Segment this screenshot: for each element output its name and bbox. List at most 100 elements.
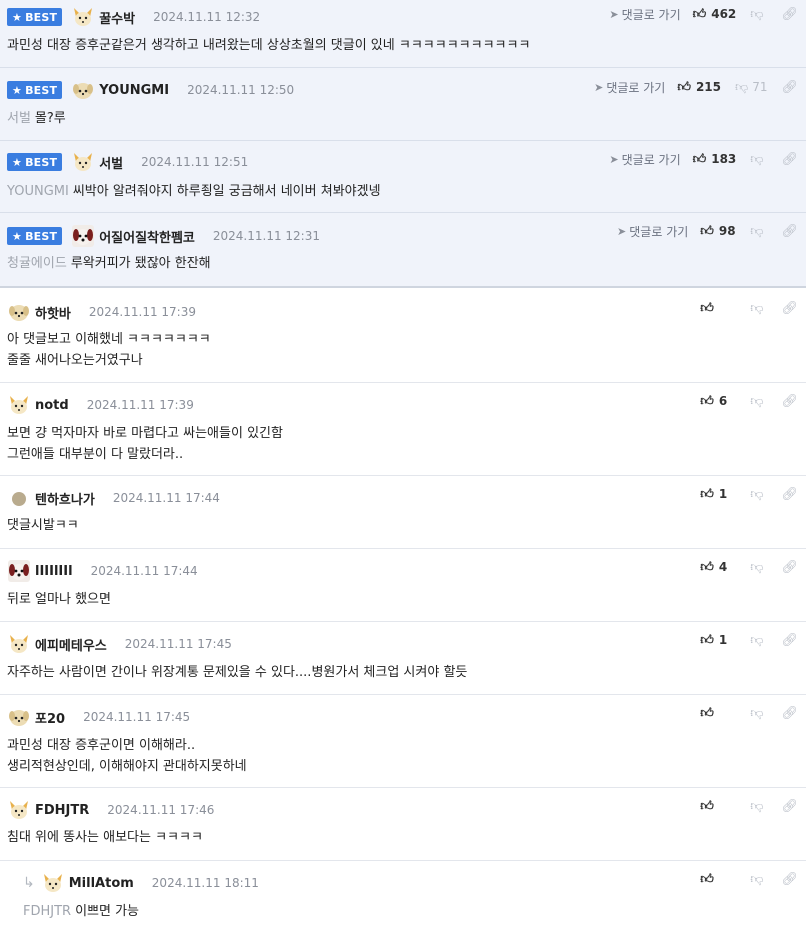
nickname[interactable]: 꿀수박 [99, 8, 135, 27]
mention[interactable]: 청귤에이드 [7, 256, 67, 271]
reply-comment: ↳ MillAtom 2024.11.11 18:11 👍︎ 👎︎ 🔗︎ FDH… [0, 861, 806, 929]
dislike-button[interactable]: 👎︎ [750, 872, 767, 887]
nickname[interactable]: 에피메테우스 [35, 635, 107, 654]
thumbs-down-icon: 👎︎ [735, 79, 749, 95]
star-icon: ★ [12, 83, 23, 97]
dislike-button[interactable]: 👎︎ [750, 487, 767, 502]
thumbs-up-icon: 👍︎ [700, 798, 714, 814]
dislike-button[interactable]: 👎︎ [750, 7, 767, 22]
puppy-avatar[interactable] [7, 705, 31, 729]
link-icon[interactable]: 🔗︎ [781, 487, 798, 502]
like-button[interactable]: 👍︎ 462 [693, 7, 737, 22]
link-icon[interactable]: 🔗︎ [781, 224, 798, 239]
comment-text: 댓글시발ㅋㅋ [7, 518, 79, 533]
comment-text: 서벌 몰?루 [7, 111, 66, 126]
comment: 에피메테우스 2024.11.11 17:45 👍︎ 1 👎︎ 🔗︎ 자주하는 사… [0, 622, 806, 695]
nickname[interactable]: YOUNGMI [99, 83, 169, 98]
thumbs-up-icon: 👍︎ [677, 79, 691, 95]
thumbs-down-icon: 👎︎ [750, 798, 764, 814]
like-button[interactable]: 👍︎ [700, 799, 736, 814]
like-button[interactable]: 👍︎ 1 [700, 487, 736, 502]
timestamp: 2024.11.11 17:44 [112, 491, 220, 505]
puppy-avatar[interactable] [7, 300, 31, 324]
dislike-button[interactable]: 👎︎ [750, 394, 767, 409]
nickname[interactable]: FDHJTR [35, 803, 89, 818]
thumbs-down-icon: 👎︎ [750, 632, 764, 648]
thumbs-up-icon: 👍︎ [700, 223, 714, 239]
mention[interactable]: FDHJTR [23, 904, 71, 919]
go-to-reply-link[interactable]: ➤ 댓글로 가기 [609, 6, 680, 23]
link-icon[interactable]: 🔗︎ [781, 152, 798, 167]
link-icon[interactable]: 🔗︎ [781, 706, 798, 721]
comment-text: FDHJTR 이쁘면 가능 [23, 904, 140, 919]
link-icon[interactable]: 🔗︎ [781, 872, 798, 887]
mention[interactable]: YOUNGMI [7, 184, 69, 199]
timestamp: 2024.11.11 12:31 [212, 229, 320, 243]
like-button[interactable]: 👍︎ [700, 706, 736, 721]
like-button[interactable]: 👍︎ 98 [700, 224, 736, 239]
star-icon: ★ [12, 229, 23, 243]
best-comment: ★ BEST 서벌 2024.11.11 12:51 ➤ 댓글로 가기 👍︎ 183 … [0, 141, 806, 213]
thumbs-down-icon: 👎︎ [750, 223, 764, 239]
nickname[interactable]: 서벌 [99, 153, 123, 172]
thumbs-down-icon: 👎︎ [750, 393, 764, 409]
puppy-avatar[interactable] [71, 78, 95, 102]
like-button[interactable]: 👍︎ 215 [677, 80, 721, 95]
link-icon[interactable]: 🔗︎ [781, 7, 798, 22]
go-to-reply-link[interactable]: ➤ 댓글로 가기 [594, 79, 665, 96]
dislike-button[interactable]: 👎︎ [750, 152, 767, 167]
timestamp: 2024.11.11 18:11 [151, 876, 259, 890]
comment-section: ★ BEST 꿀수박 2024.11.11 12:32 ➤ 댓글로 가기 👍︎ 462… [0, 0, 806, 929]
dog-avatar[interactable] [71, 224, 95, 248]
nickname[interactable]: 포20 [35, 708, 65, 727]
thumbs-up-icon: 👍︎ [700, 705, 714, 721]
like-button[interactable]: 👍︎ 6 [700, 394, 736, 409]
nickname[interactable]: lIIIlIIl [35, 564, 73, 579]
comment-text: YOUNGMI 씨박아 알려줘야지 하루죙일 궁금해서 네이버 쳐봐야겠넹 [7, 184, 381, 199]
nickname[interactable]: notd [35, 398, 69, 413]
fox-avatar[interactable] [7, 798, 31, 822]
dislike-button[interactable]: 👎︎ [750, 799, 767, 814]
comment: FDHJTR 2024.11.11 17:46 👍︎ 👎︎ 🔗︎ 침대 위에 똥… [0, 788, 806, 861]
best-comment: ★ BEST 꿀수박 2024.11.11 12:32 ➤ 댓글로 가기 👍︎ 462… [0, 0, 806, 68]
dislike-button[interactable]: 👎︎ [750, 224, 767, 239]
mention[interactable]: 서벌 [7, 111, 31, 126]
comment-text: 아 댓글보고 이해했네 ㅋㅋㅋㅋㅋㅋㅋ 줄줄 새어나오는거였구나 [7, 332, 211, 368]
best-badge: ★ BEST [7, 153, 63, 171]
nickname[interactable]: 어질어질착한펨코 [99, 227, 195, 246]
dog-avatar[interactable] [7, 559, 31, 583]
link-icon[interactable]: 🔗︎ [781, 799, 798, 814]
timestamp: 2024.11.11 17:39 [88, 305, 196, 319]
nickname[interactable]: 하핫바 [35, 303, 71, 322]
fox-avatar[interactable] [7, 393, 31, 417]
fox-avatar[interactable] [71, 150, 95, 174]
nickname[interactable]: MillAtom [69, 876, 134, 891]
timestamp: 2024.11.11 12:32 [153, 10, 261, 24]
timestamp: 2024.11.11 12:50 [187, 83, 295, 97]
link-icon[interactable]: 🔗︎ [781, 560, 798, 575]
dislike-button[interactable]: 👎︎ [750, 301, 767, 316]
dislike-button[interactable]: 👎︎ 71 [735, 80, 767, 95]
best-comment: ★ BEST YOUNGMI 2024.11.11 12:50 ➤ 댓글로 가기 👍… [0, 68, 806, 141]
nickname[interactable]: 텐하흐나가 [35, 489, 95, 508]
go-to-reply-link[interactable]: ➤ 댓글로 가기 [609, 151, 680, 168]
like-button[interactable]: 👍︎ 183 [693, 152, 737, 167]
fox-avatar[interactable] [71, 5, 95, 29]
like-button[interactable]: 👍︎ [700, 872, 736, 887]
link-icon[interactable]: 🔗︎ [781, 633, 798, 648]
like-button[interactable]: 👍︎ [700, 301, 736, 316]
dislike-button[interactable]: 👎︎ [750, 560, 767, 575]
like-button[interactable]: 👍︎ 4 [700, 560, 736, 575]
go-to-reply-link[interactable]: ➤ 댓글로 가기 [617, 223, 688, 240]
dislike-button[interactable]: 👎︎ [750, 706, 767, 721]
like-button[interactable]: 👍︎ 1 [700, 633, 736, 648]
fox-avatar[interactable] [7, 632, 31, 656]
link-icon[interactable]: 🔗︎ [781, 394, 798, 409]
link-icon[interactable]: 🔗︎ [781, 301, 798, 316]
timestamp: 2024.11.11 17:45 [83, 710, 191, 724]
dislike-button[interactable]: 👎︎ [750, 633, 767, 648]
default-avatar[interactable] [7, 486, 31, 510]
fox-avatar[interactable] [41, 871, 65, 895]
link-icon[interactable]: 🔗︎ [781, 80, 798, 95]
comment: 하핫바 2024.11.11 17:39 👍︎ 👎︎ 🔗︎ 아 댓글보고 이해했… [0, 288, 806, 383]
